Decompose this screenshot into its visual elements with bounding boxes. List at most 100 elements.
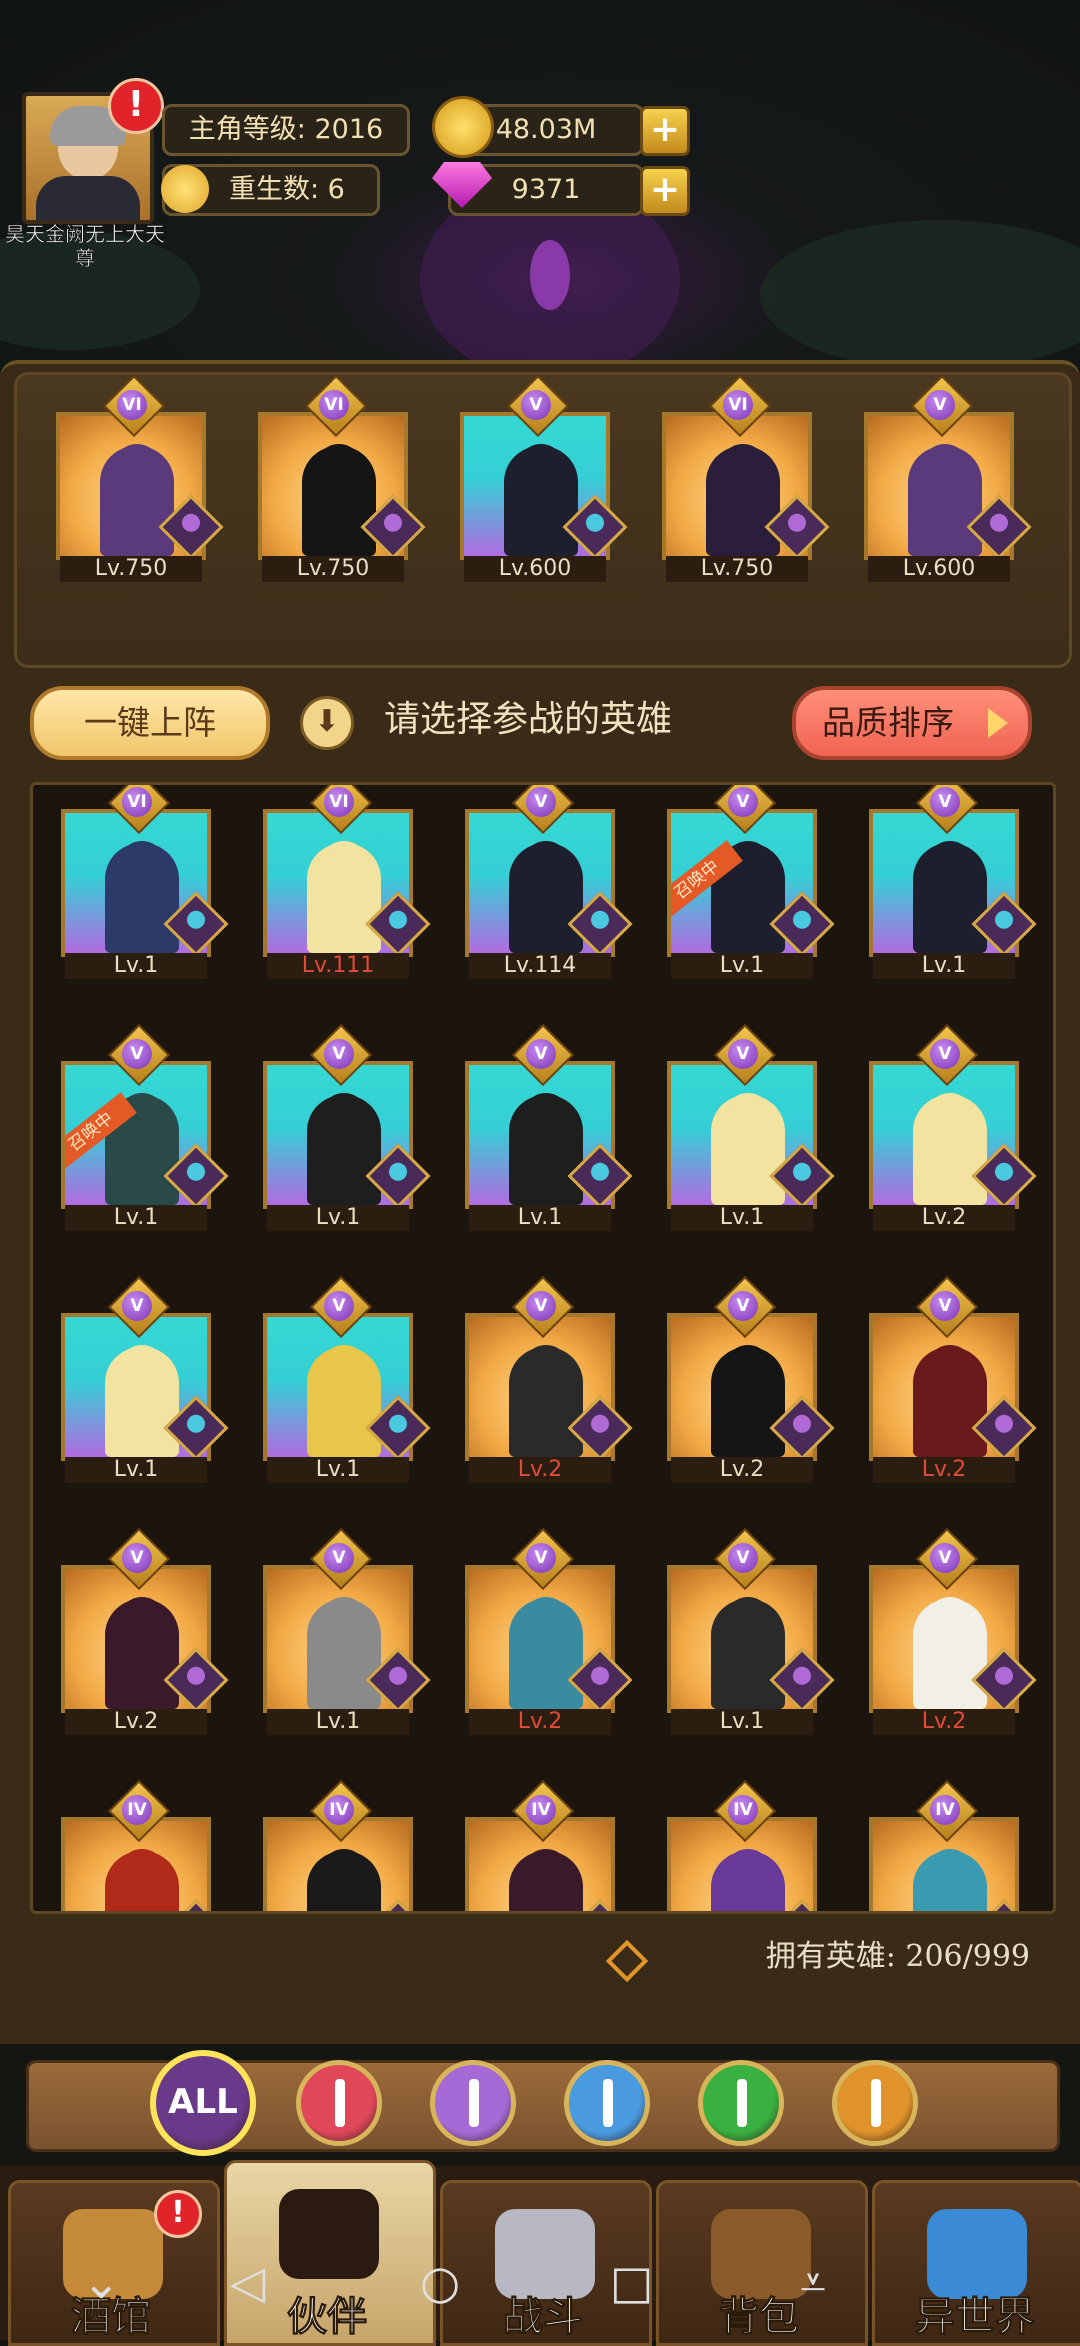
- rank-numeral: V: [122, 1291, 152, 1321]
- rank-numeral: V: [728, 787, 758, 817]
- rank-numeral: V: [324, 1291, 354, 1321]
- player-level: 主角等级: 2016: [162, 104, 410, 156]
- hero-level: Lv.2: [65, 1709, 207, 1735]
- rank-gem-icon: V: [107, 1275, 171, 1339]
- owned-heroes-count: 拥有英雄: 206/999: [765, 1939, 1030, 1974]
- sort-quality-button[interactable]: 品质排序: [792, 686, 1032, 760]
- select-heroes-hint: 请选择参战的英雄: [384, 699, 673, 740]
- hero-level: Lv.1: [671, 953, 813, 979]
- hero-head: [521, 1849, 571, 1903]
- rank-numeral: V: [930, 787, 960, 817]
- hero-head: [516, 444, 566, 498]
- hero-head: [925, 1597, 975, 1651]
- rank-gem-icon: V: [511, 1023, 575, 1087]
- rank-numeral: V: [526, 1039, 556, 1069]
- rank-numeral: V: [728, 1543, 758, 1573]
- hero-level: Lv.2: [469, 1709, 611, 1735]
- hero-level: Lv.1: [267, 1709, 409, 1735]
- rank-gem-icon: IV: [915, 1779, 979, 1843]
- nav-otherworld-label: 异世界: [915, 2294, 1036, 2341]
- rank-numeral: V: [324, 1543, 354, 1573]
- auto-deploy-button[interactable]: 一键上阵: [30, 686, 270, 760]
- hero-grid[interactable]: VI Lv.1 VI Lv.111 V Lv.114 召唤中 V Lv.1 V Lv.1 召唤中 V Lv…: [30, 782, 1056, 1914]
- hero-head: [925, 841, 975, 895]
- rank-numeral: VI: [324, 787, 354, 817]
- system-menu-icon[interactable]: ⩡: [800, 2255, 826, 2311]
- filter-staff-button[interactable]: [430, 2060, 516, 2146]
- gold-coin-icon: [432, 96, 494, 158]
- rebirth-count: 重生数: 6: [161, 164, 380, 216]
- rank-gem-icon: VI: [309, 785, 373, 835]
- rank-gem-icon: IV: [107, 1779, 171, 1843]
- system-back-icon[interactable]: ◁: [230, 2255, 265, 2309]
- hero-head: [521, 1093, 571, 1147]
- staff-icon: [469, 2079, 479, 2127]
- hero-head: [723, 1345, 773, 1399]
- rank-gem-icon: V: [309, 1275, 373, 1339]
- system-home-icon[interactable]: ○: [420, 2255, 460, 2309]
- hero-head: [925, 1093, 975, 1147]
- hero-level: Lv.2: [671, 1457, 813, 1483]
- hero-head: [117, 1849, 167, 1903]
- hero-head: [319, 1849, 369, 1903]
- hero-head: [925, 1345, 975, 1399]
- rank-numeral: VI: [117, 390, 147, 420]
- hero-head: [117, 1345, 167, 1399]
- hero-level: Lv.2: [873, 1205, 1015, 1231]
- hero-head: [723, 1093, 773, 1147]
- rank-gem-icon: V: [915, 1527, 979, 1591]
- filter-all-button[interactable]: ALL: [150, 2050, 256, 2156]
- add-gold-button[interactable]: +: [640, 106, 690, 156]
- rank-numeral: V: [728, 1039, 758, 1069]
- rank-gem-icon: V: [910, 374, 974, 438]
- filter-shield-button[interactable]: [832, 2060, 918, 2146]
- rank-numeral: V: [122, 1039, 152, 1069]
- rank-numeral: V: [526, 787, 556, 817]
- hero-level: Lv.114: [469, 953, 611, 979]
- hero-level: Lv.750: [262, 556, 404, 582]
- rank-gem-icon: V: [511, 1275, 575, 1339]
- hero-level: Lv.1: [267, 1205, 409, 1231]
- rank-gem-icon: IV: [309, 1779, 373, 1843]
- rank-numeral: V: [930, 1039, 960, 1069]
- hero-head: [319, 1345, 369, 1399]
- rank-numeral: V: [526, 1291, 556, 1321]
- play-arrow-icon: [988, 708, 1008, 738]
- rank-gem-icon: V: [107, 1023, 171, 1087]
- hero-head: [117, 841, 167, 895]
- hero-head: [319, 1093, 369, 1147]
- hero-head: [920, 444, 970, 498]
- hero-head: [925, 1849, 975, 1903]
- rank-numeral: V: [521, 390, 551, 420]
- hero-head: [112, 444, 162, 498]
- filter-all-label: ALL: [168, 2082, 238, 2122]
- hero-level: Lv.111: [267, 953, 409, 979]
- rank-numeral: V: [930, 1543, 960, 1573]
- rank-numeral: VI: [319, 390, 349, 420]
- add-gems-button[interactable]: +: [640, 166, 690, 216]
- rank-gem-icon: VI: [304, 374, 368, 438]
- rank-numeral: V: [526, 1543, 556, 1573]
- hero-head: [723, 1597, 773, 1651]
- filter-sword-button[interactable]: [296, 2060, 382, 2146]
- rank-gem-icon: V: [915, 1275, 979, 1339]
- rank-gem-icon: VI: [107, 785, 171, 835]
- filter-dagger-button[interactable]: [564, 2060, 650, 2146]
- heal-icon: [737, 2079, 747, 2127]
- system-recent-icon[interactable]: □: [610, 2255, 653, 2309]
- rank-gem-icon: V: [915, 1023, 979, 1087]
- rank-gem-icon: VI: [102, 374, 166, 438]
- rank-numeral: V: [728, 1291, 758, 1321]
- rank-numeral: V: [925, 390, 955, 420]
- hero-level: Lv.1: [671, 1709, 813, 1735]
- sun-icon: [161, 165, 209, 213]
- rank-gem-icon: V: [309, 1527, 373, 1591]
- filter-heal-button[interactable]: [698, 2060, 784, 2146]
- hero-level: Lv.2: [873, 1457, 1015, 1483]
- system-down-icon[interactable]: ⌄: [82, 2255, 121, 2309]
- hero-level: Lv.1: [469, 1205, 611, 1231]
- hero-level: Lv.750: [666, 556, 808, 582]
- hero-head: [723, 1849, 773, 1903]
- hero-level: Lv.1: [65, 953, 207, 979]
- rank-numeral: IV: [930, 1795, 960, 1825]
